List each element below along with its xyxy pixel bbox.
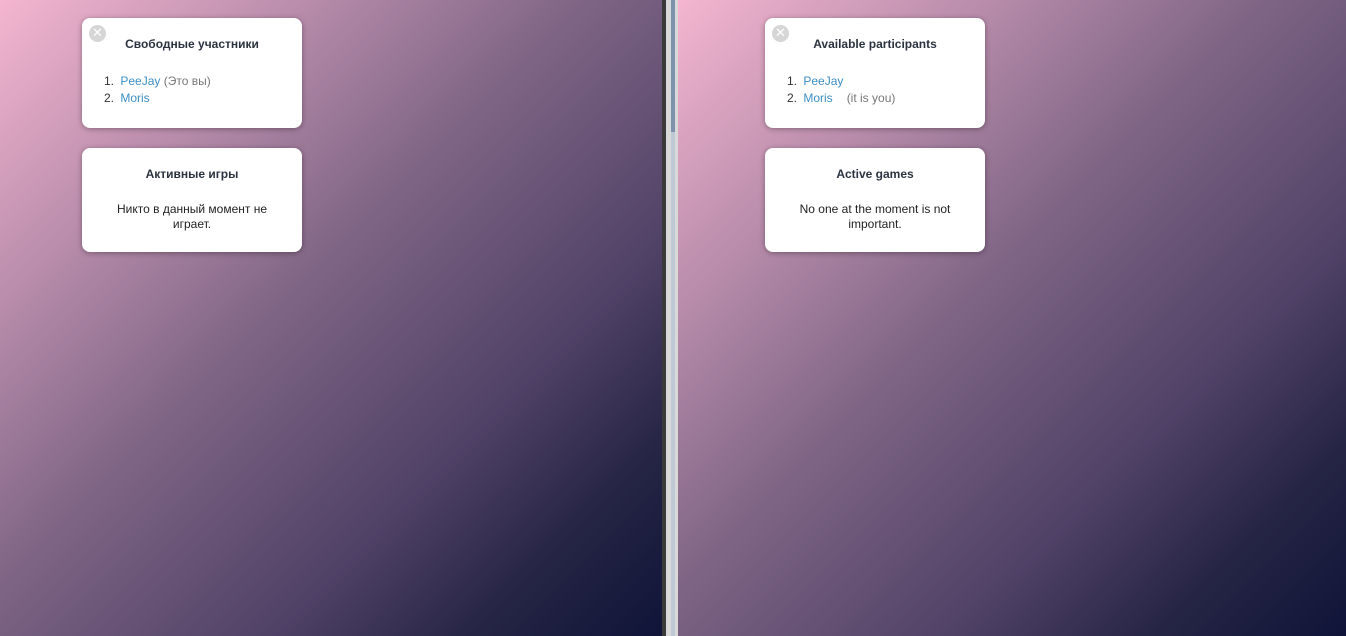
- active-games-card: Active games No one at the moment is not…: [765, 148, 985, 252]
- list-item: 1. PeeJay (Это вы): [104, 73, 211, 90]
- right-pane: ✕ Available participants 1. PeeJay 2. Mo…: [678, 0, 1346, 636]
- list-item: 2. Moris: [104, 90, 211, 107]
- player-link-peejay[interactable]: PeeJay: [120, 74, 160, 88]
- player-list: 1. PeeJay (Это вы) 2. Moris: [104, 73, 211, 107]
- player-list: 1. PeeJay 2. Moris (it is you): [787, 73, 895, 107]
- pane-divider[interactable]: [662, 0, 678, 636]
- divider-bar: [662, 0, 666, 636]
- list-number: 1.: [787, 74, 798, 88]
- available-players-card: ✕ Свободные участники 1. PeeJay (Это вы)…: [82, 18, 302, 128]
- empty-games-message: No one at the moment is not important.: [799, 202, 951, 231]
- split-screen: ✕ Свободные участники 1. PeeJay (Это вы)…: [0, 0, 1346, 636]
- empty-games-message: Никто в данный момент не играет.: [116, 202, 268, 231]
- list-number: 2.: [104, 91, 115, 105]
- left-pane: ✕ Свободные участники 1. PeeJay (Это вы)…: [0, 0, 662, 636]
- player-note: (Это вы): [163, 74, 211, 88]
- available-players-card: ✕ Available participants 1. PeeJay 2. Mo…: [765, 18, 985, 128]
- player-link-peejay[interactable]: PeeJay: [803, 74, 843, 88]
- player-link-moris[interactable]: Moris: [803, 91, 832, 105]
- card-title: Активные игры: [145, 167, 239, 181]
- card-title: Available participants: [813, 37, 937, 51]
- scrollbar-thumb[interactable]: [671, 0, 675, 132]
- player-note: (it is you): [846, 91, 896, 105]
- active-games-card: Активные игры Никто в данный момент не и…: [82, 148, 302, 252]
- player-link-moris[interactable]: Moris: [120, 91, 149, 105]
- list-item: 2. Moris (it is you): [787, 90, 895, 107]
- card-title: Свободные участники: [125, 37, 259, 51]
- list-number: 2.: [787, 91, 798, 105]
- card-title: Active games: [836, 167, 914, 181]
- list-item: 1. PeeJay: [787, 73, 895, 90]
- list-number: 1.: [104, 74, 115, 88]
